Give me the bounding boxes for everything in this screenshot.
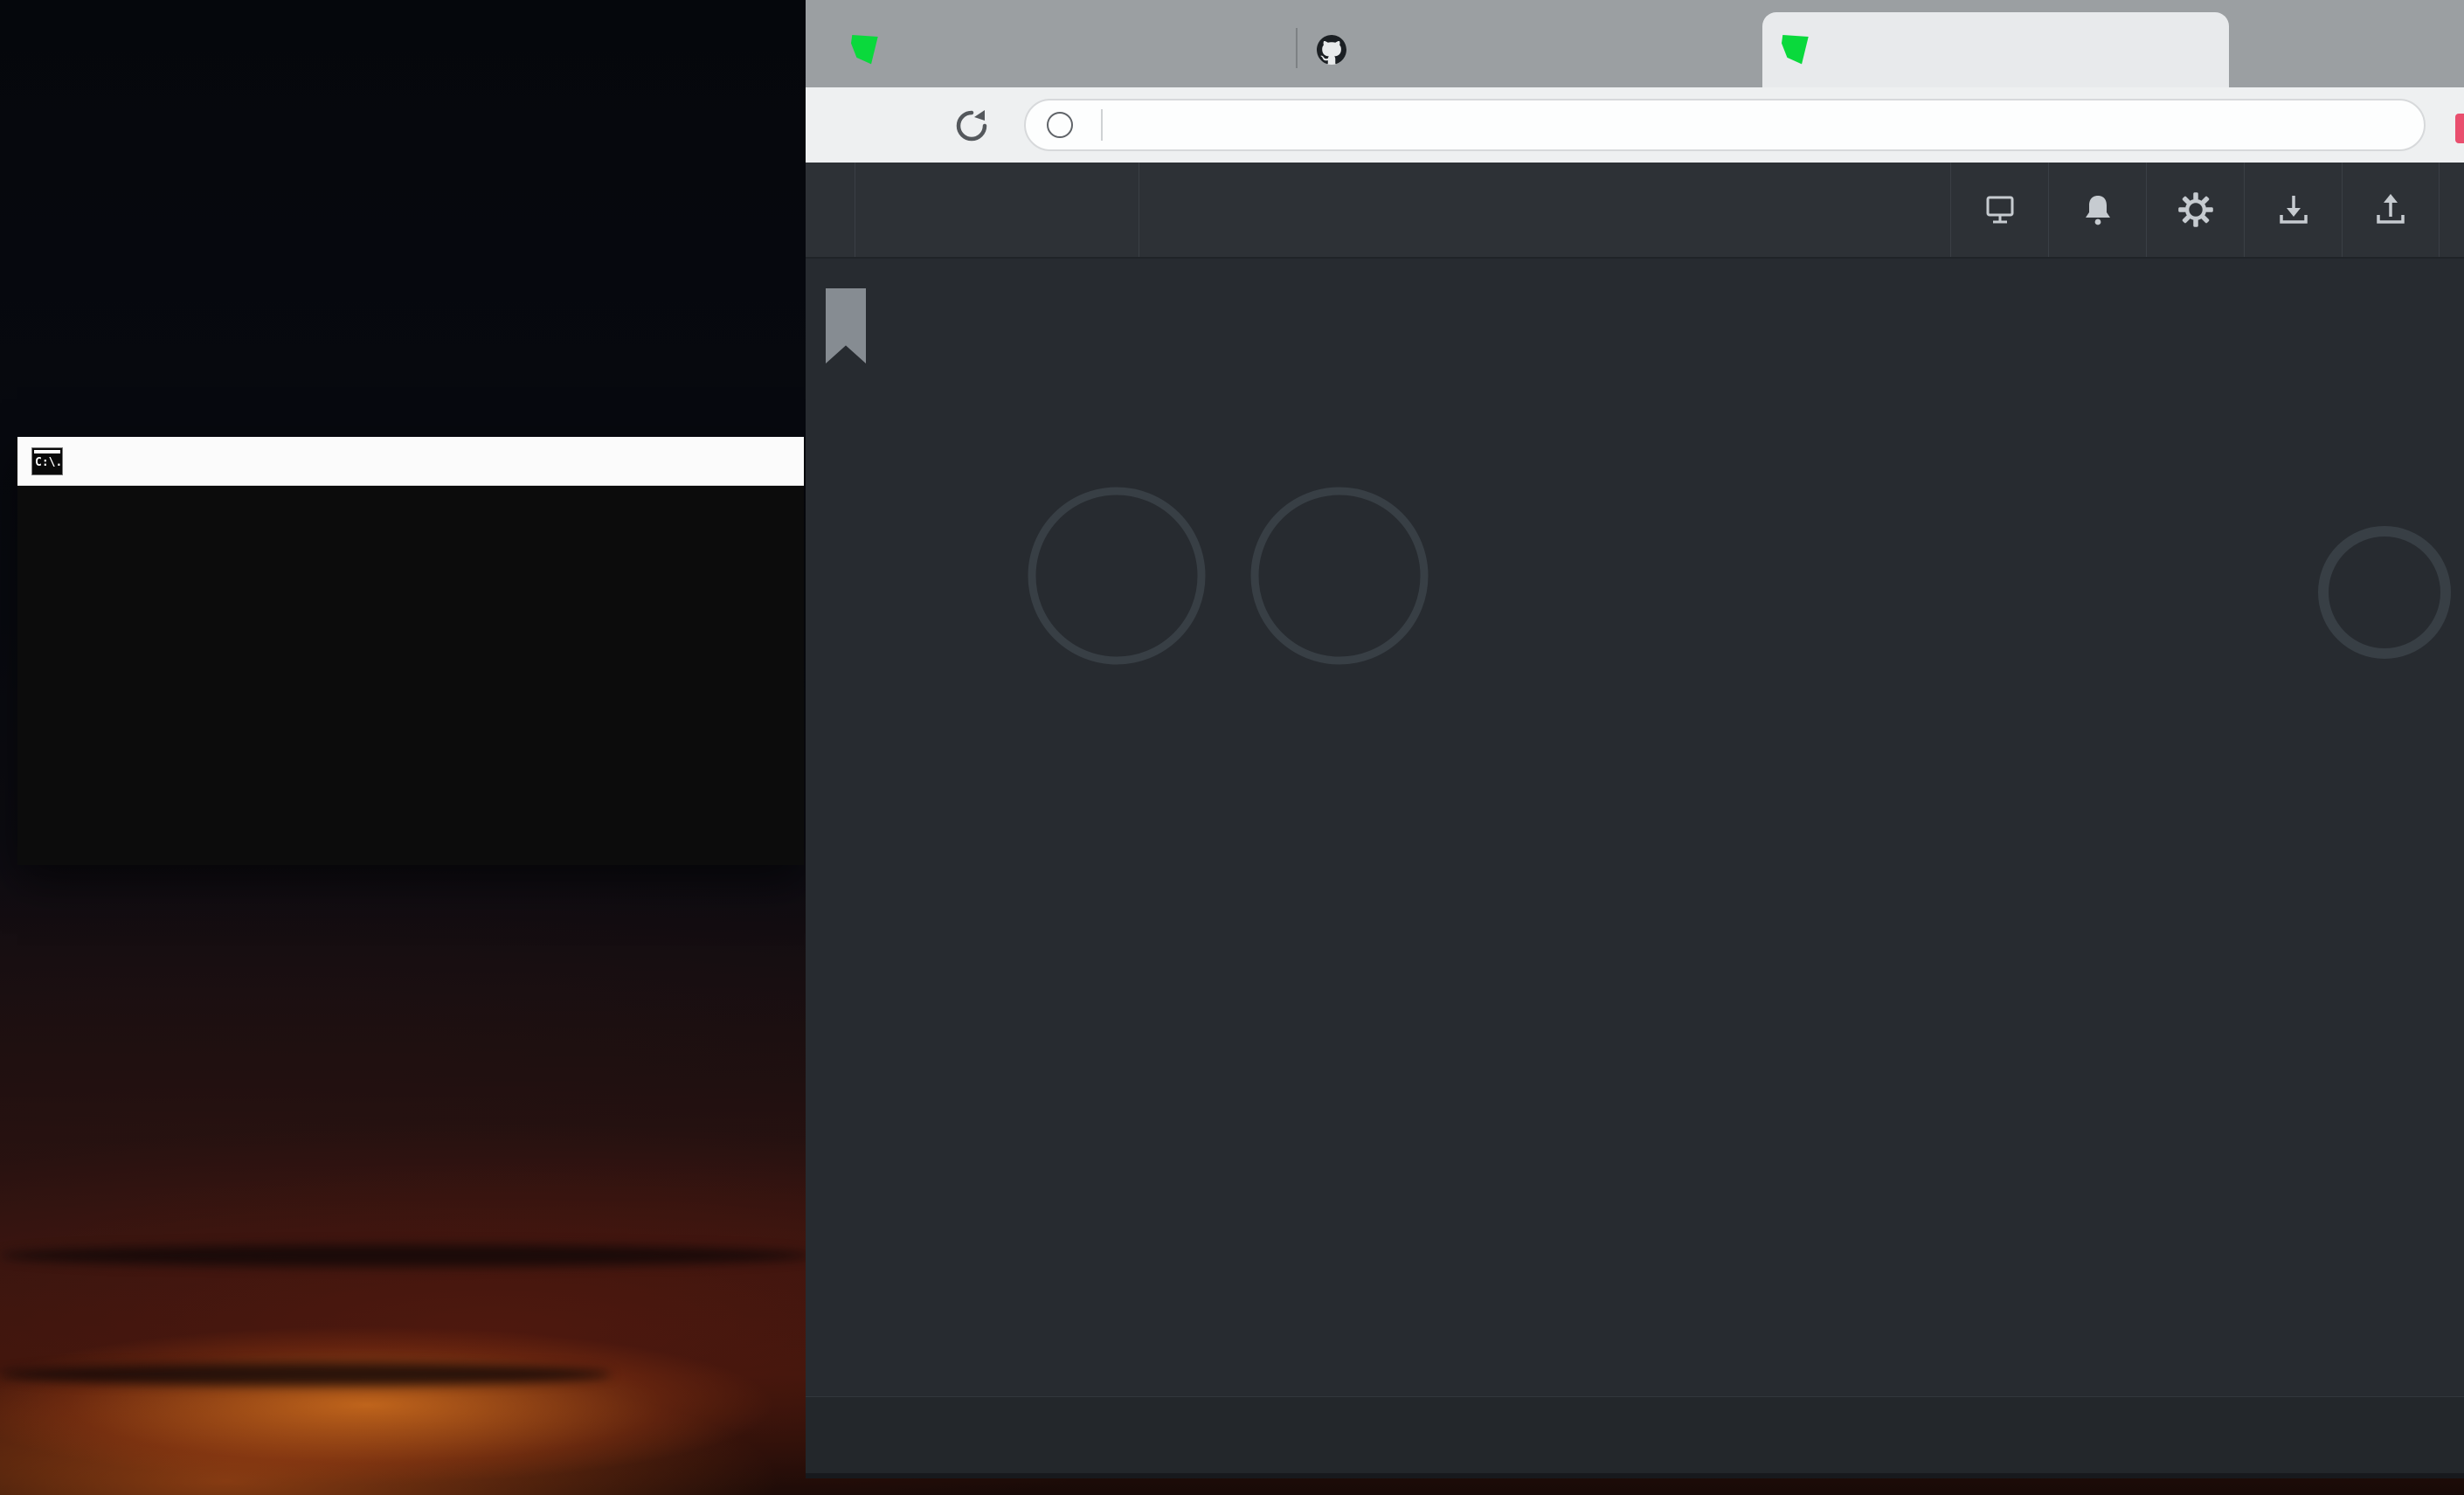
legend-item-system[interactable]	[2401, 1232, 2464, 1261]
export-snapshot-button[interactable]	[2342, 163, 2440, 257]
legend-swatch	[2401, 1270, 2426, 1281]
cloud-band	[0, 1363, 612, 1386]
softirq-sparkline-chart[interactable]	[938, 993, 1161, 1033]
gauge-start-dot	[1110, 484, 1125, 499]
legend-swatch	[2401, 1212, 2426, 1223]
gauge-net-inbound[interactable]	[1858, 483, 2043, 668]
legend-swatch	[2401, 1183, 2426, 1194]
site-info-icon[interactable]	[1047, 112, 1073, 138]
window-edge	[806, 1473, 2464, 1478]
gauge-cpu[interactable]	[1469, 446, 1818, 709]
alarms-button[interactable]	[2048, 163, 2146, 257]
cpu-text-line	[935, 993, 2464, 1032]
download-icon	[2274, 190, 2313, 229]
gauge-disk-write[interactable]	[1226, 462, 1453, 689]
bell-icon	[2079, 190, 2117, 229]
gauge-start-dot	[1332, 484, 1347, 499]
iowait-sparkline-chart[interactable]	[938, 921, 1201, 947]
extension-icon[interactable]	[2455, 114, 2464, 143]
cpu-text-line	[935, 953, 2464, 993]
tab-friendlywrt-2-active[interactable]	[1762, 12, 2229, 87]
browser-window	[806, 0, 2464, 1478]
omnibox-separator	[1101, 109, 1103, 141]
legend-swatch	[2401, 1241, 2426, 1252]
netdata-page	[806, 163, 2464, 1478]
signin-banner	[806, 1396, 2464, 1478]
gear-icon	[2177, 190, 2215, 229]
legend-swatch	[2401, 1298, 2426, 1310]
github-favicon-icon	[1317, 35, 1346, 65]
cpu-chart[interactable]	[974, 1121, 2396, 1401]
chart-legend	[2401, 1174, 2464, 1319]
legend-item-user[interactable]	[2401, 1203, 2464, 1232]
cloud-band	[0, 1244, 813, 1267]
cpu-text-line	[935, 875, 2464, 914]
import-snapshot-button[interactable]	[2244, 163, 2342, 257]
cpu-text-line	[935, 1032, 2464, 1071]
terminal-output[interactable]	[17, 486, 804, 865]
cpu-fan-gauge	[1469, 446, 1818, 709]
tab-strip	[806, 0, 2464, 87]
gauge-ticks	[2310, 518, 2459, 667]
netdata-favicon-icon	[851, 35, 879, 65]
brand-menu-button[interactable]	[855, 163, 1139, 257]
monitor-icon	[1981, 190, 2019, 229]
gauge-ticks	[1858, 483, 2043, 668]
new-tab-button[interactable]	[2258, 23, 2303, 68]
print-dashboard-button[interactable]	[1950, 163, 2048, 257]
legend-item-nice[interactable]	[2401, 1261, 2464, 1290]
tab-github[interactable]	[1298, 12, 1761, 87]
cpu-description	[935, 835, 2464, 1071]
gauge-disk-read[interactable]	[1003, 462, 1230, 689]
cmd-icon	[31, 447, 63, 475]
reload-button[interactable]	[952, 107, 991, 145]
settings-button[interactable]	[2146, 163, 2244, 257]
netdata-navbar	[806, 163, 2464, 259]
gauge-ticks	[2080, 483, 2266, 668]
netdata-favicon-icon	[1782, 35, 1810, 65]
cpu-text-line	[935, 914, 2464, 953]
legend-item-softirq[interactable]	[2401, 1174, 2464, 1203]
upload-icon	[2371, 190, 2410, 229]
bookmark-icon	[826, 288, 866, 363]
terminal-window[interactable]	[17, 437, 804, 865]
browser-toolbar	[806, 87, 2464, 163]
terminal-titlebar[interactable]	[17, 437, 804, 486]
address-bar[interactable]	[1024, 99, 2426, 151]
cpu-chart-canvas	[974, 1121, 2396, 1401]
tab-friendlywrt-1[interactable]	[832, 12, 1295, 87]
cpu-text-line	[935, 835, 2464, 875]
gauge-net-outbound[interactable]	[2080, 483, 2266, 668]
legend-item-iowait[interactable]	[2401, 1290, 2464, 1319]
desktop-wallpaper	[0, 0, 2464, 1495]
gauge-used-ram[interactable]	[2310, 518, 2459, 667]
